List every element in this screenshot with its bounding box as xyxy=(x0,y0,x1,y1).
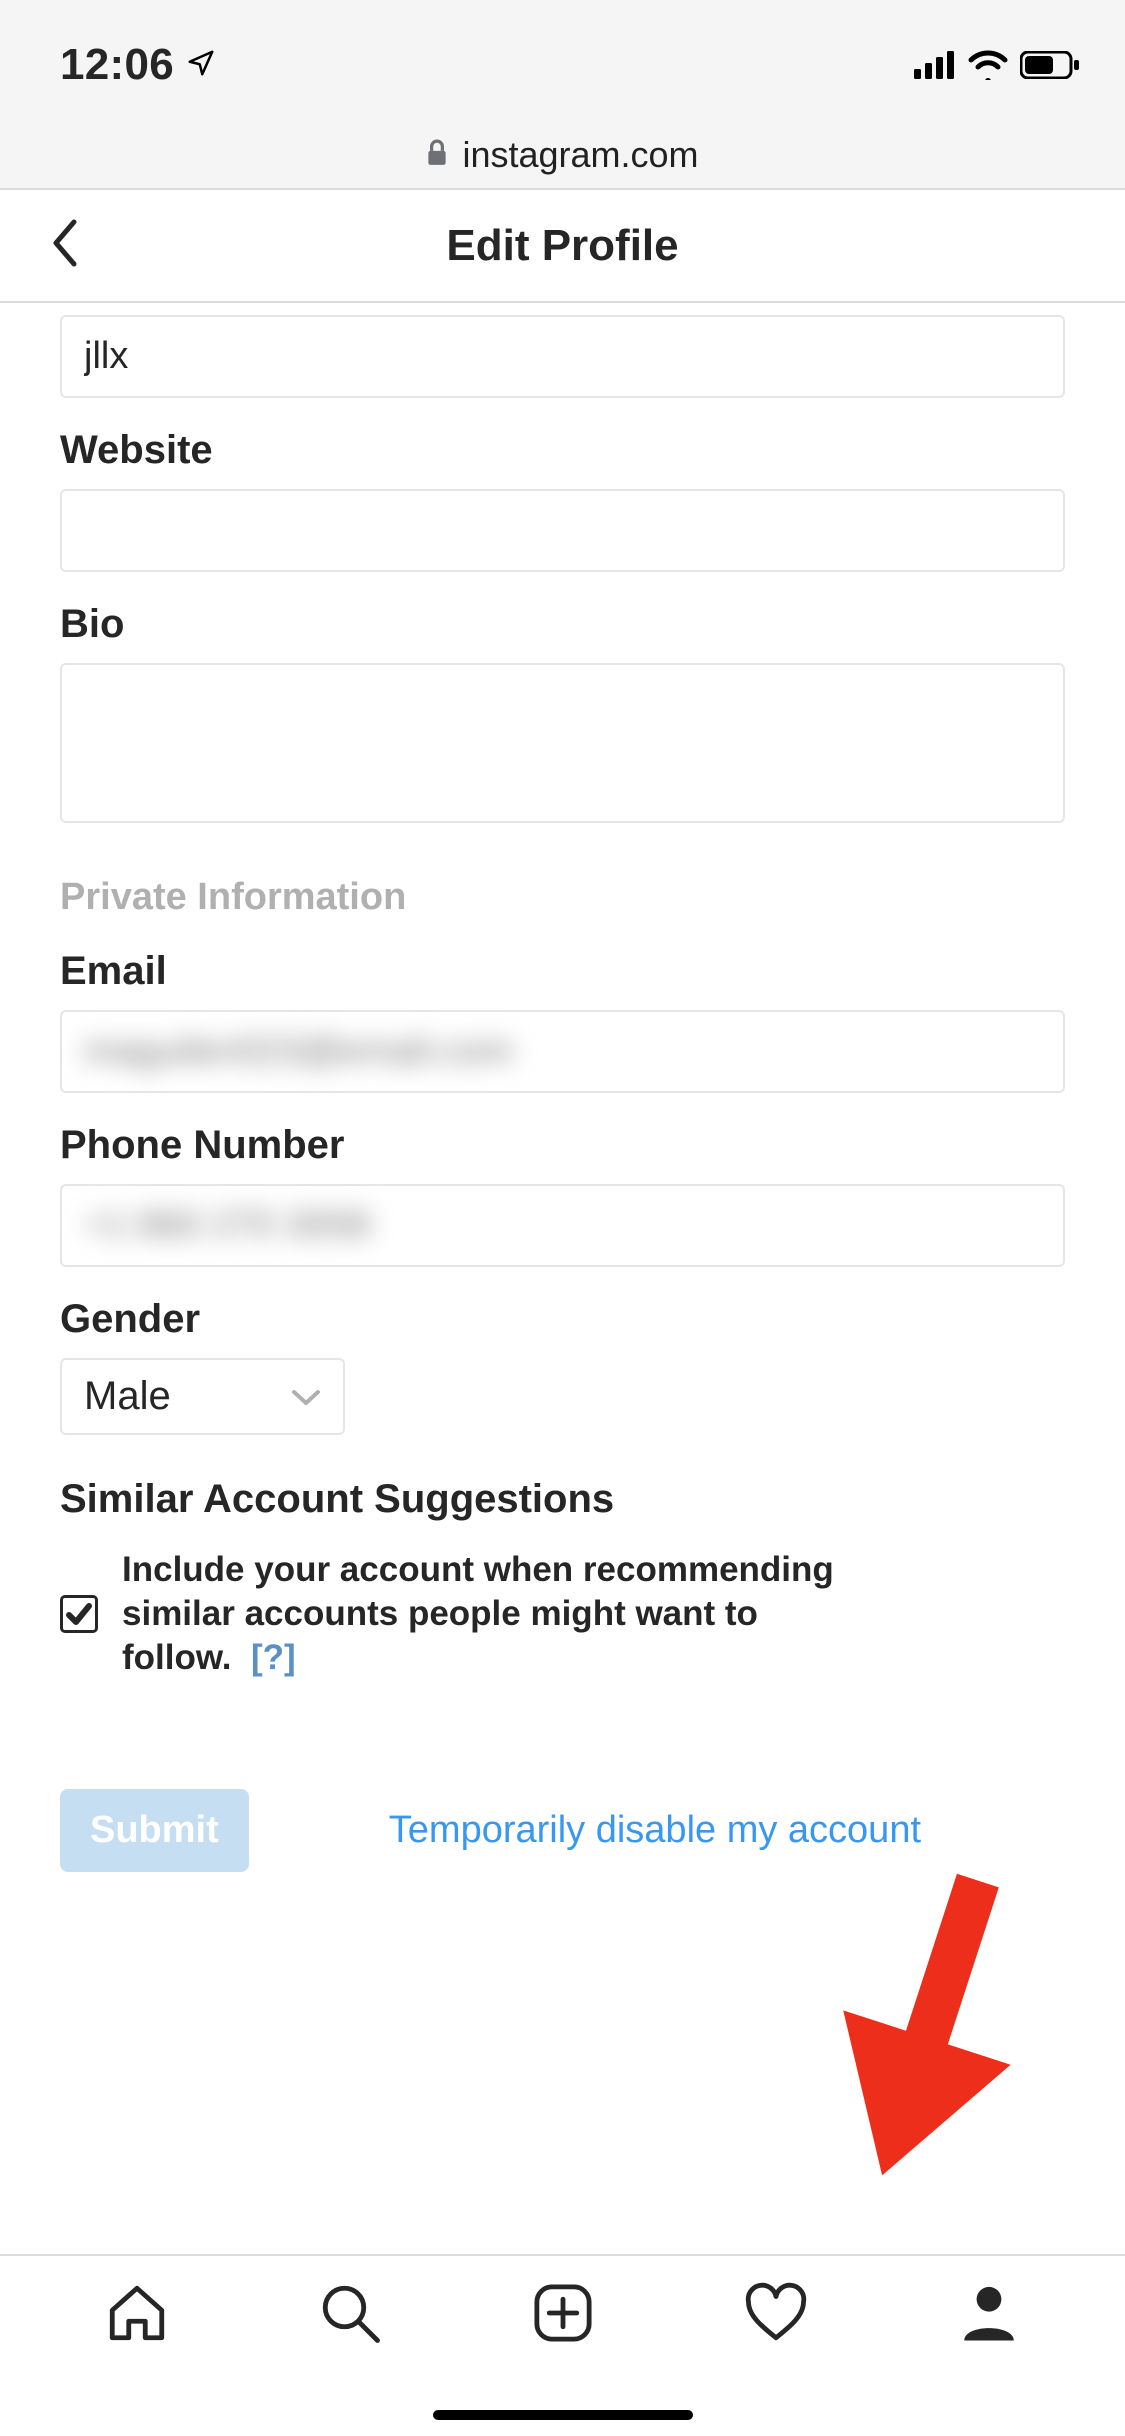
status-bar: 12:06 xyxy=(0,0,1125,130)
actions-row: Submit Temporarily disable my account xyxy=(60,1789,1065,1932)
url-bar[interactable]: instagram.com xyxy=(0,130,1125,188)
search-icon xyxy=(317,2280,383,2346)
bio-group: Bio xyxy=(60,602,1065,828)
gender-value: Male xyxy=(84,1374,171,1419)
nav-search[interactable] xyxy=(317,2280,383,2351)
bio-input[interactable] xyxy=(60,663,1065,823)
nav-profile[interactable] xyxy=(956,2280,1022,2351)
username-input[interactable] xyxy=(60,315,1065,398)
nav-header: Edit Profile xyxy=(0,188,1125,303)
similar-checkbox-row: Include your account when recommending s… xyxy=(60,1548,1065,1679)
email-group: Email maguilen023@email.com xyxy=(60,949,1065,1093)
website-group: Website xyxy=(60,428,1065,572)
email-label: Email xyxy=(60,949,1065,994)
add-post-icon xyxy=(530,2280,596,2346)
checkmark-icon xyxy=(66,1601,92,1627)
gender-label: Gender xyxy=(60,1297,1065,1342)
similar-help-link[interactable]: [?] xyxy=(251,1638,296,1677)
location-icon xyxy=(186,48,216,83)
submit-button[interactable]: Submit xyxy=(60,1789,249,1872)
private-info-header: Private Information xyxy=(60,876,1065,919)
wifi-icon xyxy=(968,50,1008,80)
profile-icon xyxy=(956,2280,1022,2346)
phone-input[interactable]: +1 860 270 3058 xyxy=(60,1184,1065,1267)
heart-icon xyxy=(743,2280,809,2346)
phone-label: Phone Number xyxy=(60,1123,1065,1168)
status-time: 12:06 xyxy=(60,40,174,90)
bottom-nav xyxy=(0,2254,1125,2436)
chevron-down-icon xyxy=(291,1387,321,1407)
url-domain: instagram.com xyxy=(462,134,698,176)
status-right xyxy=(914,50,1080,80)
content-area: Website Bio Private Information Email ma… xyxy=(0,303,1125,2254)
back-button[interactable] xyxy=(45,218,85,273)
cellular-icon xyxy=(914,51,956,79)
similar-checkbox[interactable] xyxy=(60,1595,98,1633)
website-label: Website xyxy=(60,428,1065,473)
phone-group: Phone Number +1 860 270 3058 xyxy=(60,1123,1065,1267)
status-left: 12:06 xyxy=(60,40,216,90)
lock-icon xyxy=(426,139,448,172)
gender-group: Gender Male xyxy=(60,1297,1065,1435)
username-group xyxy=(60,315,1065,398)
bio-label: Bio xyxy=(60,602,1065,647)
nav-add[interactable] xyxy=(530,2280,596,2351)
page-title: Edit Profile xyxy=(0,221,1125,271)
gender-select[interactable]: Male xyxy=(60,1358,345,1435)
similar-checkbox-label: Include your account when recommending s… xyxy=(122,1548,842,1679)
disable-account-link[interactable]: Temporarily disable my account xyxy=(389,1809,921,1852)
home-icon xyxy=(104,2280,170,2346)
similar-suggestions-header: Similar Account Suggestions xyxy=(60,1477,1065,1522)
nav-activity[interactable] xyxy=(743,2280,809,2351)
nav-home[interactable] xyxy=(104,2280,170,2351)
battery-icon xyxy=(1020,51,1080,79)
website-input[interactable] xyxy=(60,489,1065,572)
email-input[interactable]: maguilen023@email.com xyxy=(60,1010,1065,1093)
home-indicator[interactable] xyxy=(433,2410,693,2420)
